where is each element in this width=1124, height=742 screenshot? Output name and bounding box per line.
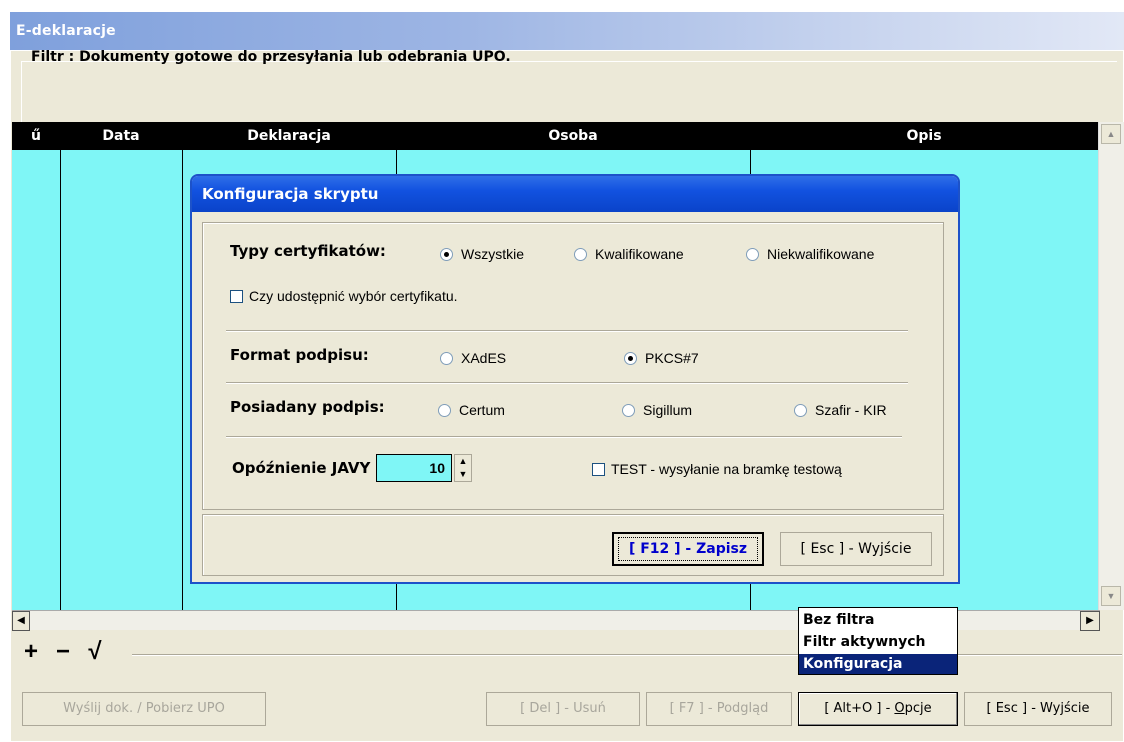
scroll-left-icon[interactable]: ◀ [12, 611, 30, 631]
radio-cert-qualified-label: Kwalifikowane [595, 246, 684, 262]
section-divider [226, 330, 908, 332]
radio-sig-sigillum-label: Sigillum [643, 402, 693, 418]
options-button-hotkey: O [894, 701, 905, 716]
radio-cert-qualified[interactable]: Kwalifikowane [574, 246, 684, 262]
vertical-scrollbar[interactable]: ▲ ▼ [1098, 122, 1124, 610]
remove-record-button[interactable]: − [50, 640, 76, 666]
radio-format-xades[interactable]: XAdES [440, 350, 506, 366]
add-record-button[interactable]: + [18, 640, 44, 666]
radio-sig-sigillum[interactable]: Sigillum [622, 402, 692, 418]
spin-up-icon[interactable]: ▲ [455, 455, 471, 468]
radio-format-xades-label: XAdES [461, 350, 507, 366]
radio-unchecked-icon [622, 404, 635, 417]
checkbox-icon [230, 290, 243, 303]
grid-column-divider [182, 122, 183, 610]
radio-format-pkcs7-label: PKCS#7 [645, 350, 699, 366]
dialog-exit-button[interactable]: [ Esc ] - Wyjście [780, 532, 932, 566]
grid-column-divider [60, 122, 61, 610]
radio-cert-all-label: Wszystkie [461, 246, 524, 262]
section-divider [226, 436, 902, 438]
window-title: E-deklaracje [10, 12, 1124, 50]
radio-checked-icon [440, 248, 453, 261]
delete-button[interactable]: [ Del ] - Usuń [486, 692, 640, 726]
record-toolbar: + − √ [12, 640, 132, 668]
send-document-button[interactable]: Wyślij dok. / Pobierz UPO [22, 692, 266, 726]
grid-header: ű Data Deklaracja Osoba Opis [12, 122, 1098, 150]
radio-cert-unqualified[interactable]: Niekwalifikowane [746, 246, 874, 262]
confirm-record-button[interactable]: √ [82, 640, 108, 666]
radio-cert-all[interactable]: Wszystkie [440, 246, 524, 262]
menu-item-configuration[interactable]: Konfiguracja [799, 654, 957, 674]
java-delay-spinner[interactable]: ▲ ▼ [454, 454, 472, 482]
radio-unchecked-icon [440, 352, 453, 365]
radio-checked-icon [624, 352, 637, 365]
radio-cert-unqualified-label: Niekwalifikowane [767, 246, 875, 262]
radio-sig-szafir[interactable]: Szafir - KIR [794, 402, 887, 418]
java-delay-label: Opóźnienie JAVY [232, 459, 371, 477]
radio-unchecked-icon [438, 404, 451, 417]
script-config-dialog: Konfiguracja skryptu Typy certyfikatów: … [190, 174, 960, 584]
radio-format-pkcs7[interactable]: PKCS#7 [624, 350, 699, 366]
radio-unchecked-icon [746, 248, 759, 261]
scroll-right-icon[interactable]: ▶ [1080, 611, 1100, 631]
filter-panel [21, 61, 1117, 125]
menu-item-active-filter[interactable]: Filtr aktywnych [799, 632, 957, 652]
filter-label: Filtr : Dokumenty gotowe do przesyłania … [31, 49, 511, 65]
radio-sig-certum[interactable]: Certum [438, 402, 505, 418]
save-button-label: [ F12 ] - Zapisz [618, 537, 758, 561]
checkbox-icon [592, 463, 605, 476]
column-header-date[interactable]: Data [60, 122, 182, 150]
options-button[interactable]: [ Alt+O ] - Opcje [798, 692, 958, 726]
java-delay-input[interactable]: 10 [376, 454, 452, 482]
options-button-rest: pcje [904, 701, 932, 716]
column-header-description[interactable]: Opis [750, 122, 1098, 150]
options-button-prefix: [ Alt+O ] - [824, 701, 895, 716]
column-header-declaration[interactable]: Deklaracja [182, 122, 396, 150]
cert-types-label: Typy certyfikatów: [230, 242, 386, 260]
menu-item-no-filter[interactable]: Bez filtra [799, 610, 957, 630]
spin-down-icon[interactable]: ▼ [455, 468, 471, 481]
section-divider [226, 382, 908, 384]
exit-button[interactable]: [ Esc ] - Wyjście [964, 692, 1112, 726]
scroll-up-icon[interactable]: ▲ [1101, 124, 1121, 144]
share-cert-label: Czy udostępnić wybór certyfikatu. [249, 288, 458, 304]
scroll-down-icon[interactable]: ▼ [1101, 586, 1121, 606]
radio-unchecked-icon [794, 404, 807, 417]
save-button[interactable]: [ F12 ] - Zapisz [612, 532, 764, 566]
options-popup-menu: Bez filtra Filtr aktywnych Konfiguracja [798, 607, 958, 675]
signature-format-label: Format podpisu: [230, 346, 369, 364]
dialog-title: Konfiguracja skryptu [192, 176, 958, 212]
test-mode-label: TEST - wysyłanie na bramkę testową [611, 461, 842, 477]
test-mode-checkbox[interactable]: TEST - wysyłanie na bramkę testową [592, 461, 842, 477]
share-cert-checkbox[interactable]: Czy udostępnić wybór certyfikatu. [230, 288, 458, 304]
column-header-person[interactable]: Osoba [396, 122, 750, 150]
radio-sig-szafir-label: Szafir - KIR [815, 402, 887, 418]
radio-unchecked-icon [574, 248, 587, 261]
toolbar-divider [132, 654, 1122, 656]
preview-button[interactable]: [ F7 ] - Podgląd [646, 692, 792, 726]
radio-sig-certum-label: Certum [459, 402, 505, 418]
column-header-status[interactable]: ű [12, 122, 60, 150]
owned-signature-label: Posiadany podpis: [230, 398, 385, 416]
